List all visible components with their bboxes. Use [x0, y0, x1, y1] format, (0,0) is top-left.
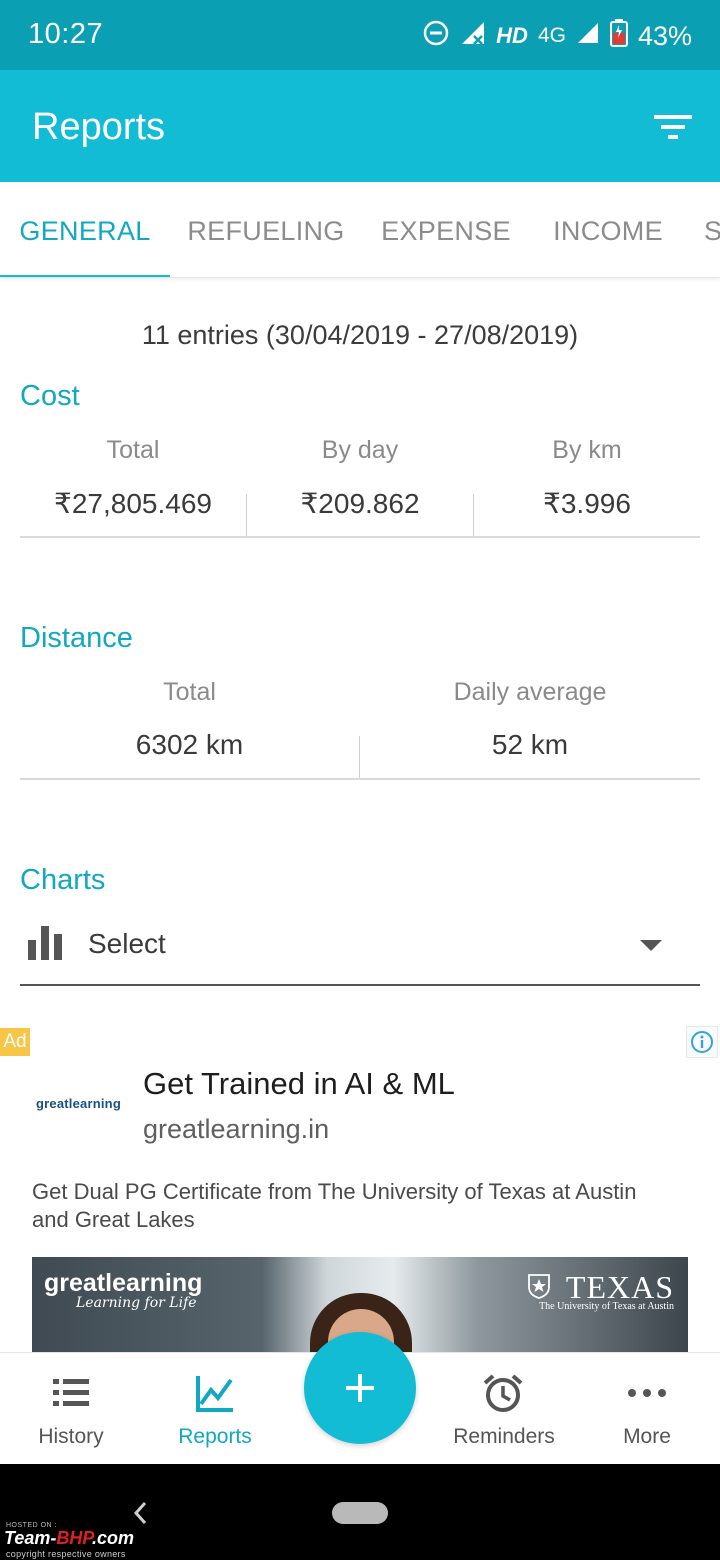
chevron-down-icon: [640, 940, 662, 951]
distance-daily-average: Daily average 52 km: [360, 678, 700, 761]
app-bar: Reports: [0, 70, 720, 182]
distance-stats: Total 6302 km Daily average 52 km: [20, 678, 700, 780]
tab-general[interactable]: GENERAL: [0, 182, 170, 277]
bar-chart-icon: [28, 926, 62, 960]
chart-select-value: Select: [88, 928, 166, 959]
battery-icon: [609, 18, 628, 54]
back-icon[interactable]: [126, 1498, 156, 1528]
filter-icon: [654, 115, 692, 139]
system-nav-bar: HOSTED ON : Team-BHP.com copyright respe…: [0, 1464, 720, 1560]
ad-image-brand: greatlearning: [44, 1269, 203, 1297]
more-dots-icon: [628, 1389, 666, 1397]
nav-reports-label: Reports: [178, 1425, 252, 1448]
nav-history[interactable]: History: [6, 1353, 136, 1465]
dnd-icon: [422, 19, 450, 54]
ad-headline[interactable]: Get Trained in AI & ML: [143, 1066, 455, 1102]
distance-daily-label: Daily average: [453, 678, 607, 706]
chart-type-select[interactable]: Select: [20, 918, 700, 986]
tab-refueling[interactable]: REFUELING: [180, 182, 352, 277]
distance-title: Distance: [20, 622, 133, 654]
home-button[interactable]: [332, 1502, 388, 1524]
info-icon: [691, 1031, 713, 1053]
ad-info-button[interactable]: [686, 1026, 718, 1058]
ad-logo[interactable]: greatlearning: [36, 1096, 121, 1111]
nav-reminders-label: Reminders: [453, 1425, 555, 1448]
cost-by-km-label: By km: [552, 436, 622, 464]
nav-reminders[interactable]: Reminders: [438, 1353, 570, 1465]
entries-summary: 11 entries (30/04/2019 - 27/08/2019): [141, 320, 579, 350]
signal-off-icon: [460, 20, 486, 53]
report-tabs: GENERAL REFUELING EXPENSE INCOME S: [0, 182, 720, 278]
distance-total-label: Total: [163, 678, 216, 706]
distance-total-value: 6302 km: [135, 729, 244, 760]
cost-by-km-value: ₹3.996: [543, 488, 631, 519]
chart-line-icon: [196, 1376, 233, 1412]
add-entry-button[interactable]: [304, 1332, 416, 1444]
nav-history-label: History: [38, 1425, 104, 1448]
network-4g-label: 4G: [537, 24, 566, 47]
cost-by-day-label: By day: [321, 436, 399, 464]
distance-daily-value: 52 km: [491, 729, 569, 760]
alarm-clock-icon: [483, 1374, 523, 1412]
watermark-brand: Team-BHP.com: [4, 1528, 135, 1548]
tab-partial[interactable]: S: [704, 182, 720, 277]
status-icons: HD 4G 43%: [422, 16, 692, 56]
shield-icon: [528, 1274, 550, 1299]
cost-total: Total ₹27,805.469: [20, 436, 246, 520]
distance-total: Total 6302 km: [20, 678, 359, 761]
tab-indicator: [0, 275, 170, 277]
battery-percent: 43%: [637, 20, 692, 51]
signal-icon: [576, 21, 600, 52]
page-title: Reports: [32, 106, 166, 148]
ad-badge: Ad: [0, 1028, 30, 1056]
charts-title: Charts: [20, 864, 106, 896]
nav-more[interactable]: More: [582, 1353, 712, 1465]
ad-domain[interactable]: greatlearning.in: [143, 1114, 329, 1145]
cost-by-day-value: ₹209.862: [300, 488, 420, 519]
status-time: 10:27: [28, 18, 104, 50]
watermark-copyright: copyright respective owners: [6, 1549, 126, 1559]
hd-indicator: HD: [496, 23, 528, 48]
nav-more-label: More: [623, 1425, 671, 1448]
nav-reports[interactable]: Reports: [150, 1353, 280, 1465]
ad-description: Get Dual PG Certificate from The Univers…: [32, 1179, 637, 1232]
cost-by-km: By km ₹3.996: [474, 436, 700, 520]
tab-expense[interactable]: EXPENSE: [370, 182, 522, 277]
tab-income[interactable]: INCOME: [540, 182, 676, 277]
filter-button[interactable]: [648, 104, 698, 150]
ad-image-ut: The University of Texas at Austin: [539, 1301, 674, 1312]
status-bar: 10:27 HD 4G 43%: [0, 0, 720, 70]
cost-total-label: Total: [106, 436, 160, 464]
cost-stats: Total ₹27,805.469 By day ₹209.862 By km …: [20, 436, 700, 538]
cost-by-day: By day ₹209.862: [247, 436, 473, 520]
ad-image-tagline: Learning for Life: [76, 1295, 197, 1311]
list-icon: [53, 1379, 89, 1406]
cost-title: Cost: [20, 380, 80, 412]
cost-total-value: ₹27,805.469: [54, 488, 212, 519]
